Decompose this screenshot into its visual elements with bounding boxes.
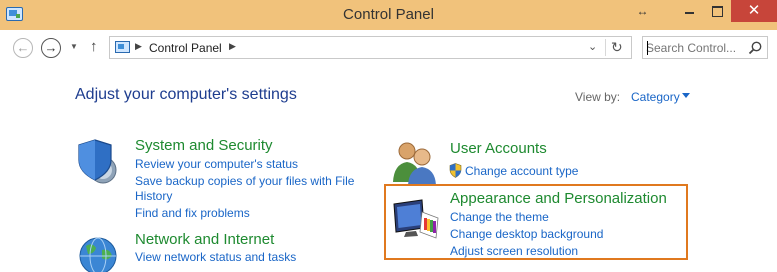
text-caret <box>647 41 648 55</box>
link-review-status[interactable]: Review your computer's status <box>135 156 298 172</box>
breadcrumb-separator-icon[interactable]: ▶ <box>135 41 142 52</box>
link-find-fix[interactable]: Find and fix problems <box>135 205 250 221</box>
view-by-label: View by: <box>575 90 621 104</box>
uac-shield-icon <box>449 163 462 178</box>
maximize-button[interactable] <box>703 0 730 22</box>
link-adjust-resolution[interactable]: Adjust screen resolution <box>450 243 578 259</box>
up-button[interactable]: ↑ <box>90 38 98 55</box>
title-bar: Control Panel ↔ ✕ <box>0 0 777 30</box>
link-save-backup-cont[interactable]: History <box>135 188 172 204</box>
page-title: Adjust your computer's settings <box>75 86 297 103</box>
category-appearance-personalization[interactable]: Appearance and Personalization <box>450 190 667 207</box>
category-user-accounts[interactable]: User Accounts <box>450 140 547 157</box>
control-panel-icon <box>115 41 130 53</box>
view-by-chevron-down-icon[interactable] <box>682 93 690 98</box>
breadcrumb-control-panel[interactable]: Control Panel <box>149 41 222 55</box>
navigation-bar: ← → ▼ ↑ ▶ Control Panel ▶ ⌄ ↻ <box>0 30 777 66</box>
close-button[interactable]: ✕ <box>731 0 777 22</box>
address-dropdown-icon[interactable]: ⌄ <box>588 40 597 53</box>
link-network-status[interactable]: View network status and tasks <box>135 249 296 265</box>
users-icon[interactable] <box>390 138 440 186</box>
breadcrumb-separator-icon[interactable]: ▶ <box>229 41 236 52</box>
link-change-background[interactable]: Change desktop background <box>450 226 603 242</box>
minimize-button[interactable] <box>676 0 703 22</box>
category-network-internet[interactable]: Network and Internet <box>135 231 274 248</box>
main-content: Adjust your computer's settings View by:… <box>0 66 777 272</box>
view-by-dropdown[interactable]: Category <box>631 90 680 104</box>
link-change-account-type[interactable]: Change account type <box>465 163 578 179</box>
category-system-security[interactable]: System and Security <box>135 137 273 154</box>
refresh-icon[interactable]: ↻ <box>611 39 623 56</box>
link-change-theme[interactable]: Change the theme <box>450 209 549 225</box>
recent-locations-chevron-icon[interactable]: ▼ <box>70 42 78 51</box>
monitor-palette-icon[interactable] <box>392 198 440 242</box>
address-divider <box>605 39 606 56</box>
shield-icon[interactable] <box>73 136 123 186</box>
globe-icon[interactable] <box>74 232 124 272</box>
search-box[interactable] <box>642 36 768 59</box>
back-button[interactable]: ← <box>13 38 33 58</box>
forward-button[interactable]: → <box>41 38 61 58</box>
search-input[interactable] <box>646 39 746 56</box>
window-title: Control Panel <box>343 6 434 23</box>
link-save-backup[interactable]: Save backup copies of your files with Fi… <box>135 173 354 189</box>
address-bar[interactable]: ▶ Control Panel ▶ ⌄ ↻ <box>109 36 632 59</box>
search-icon[interactable] <box>747 40 763 56</box>
resize-icon[interactable]: ↔ <box>629 0 656 22</box>
